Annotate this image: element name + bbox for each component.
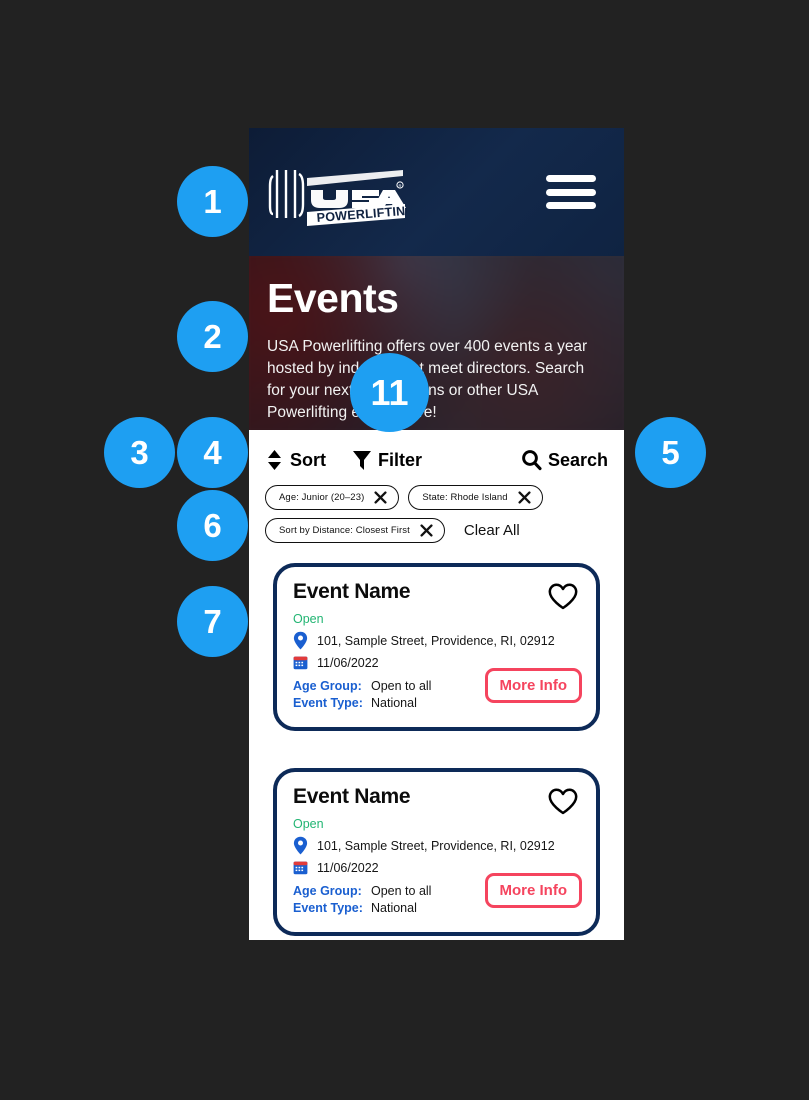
event-type-value: National <box>371 901 417 915</box>
close-icon[interactable] <box>374 491 387 504</box>
annotation-badge-6: 6 <box>177 490 248 561</box>
sort-button[interactable]: Sort <box>265 449 326 471</box>
hero-description: USA Powerlifting offers over 400 events … <box>267 338 588 421</box>
filter-chip-row-2: Sort by Distance: Closest First Clear Al… <box>265 518 608 543</box>
mobile-app-frame: R POWERLIFTING Events USA Powerlifting o… <box>249 128 624 940</box>
annotation-badge-4: 4 <box>177 417 248 488</box>
event-status-badge: Open <box>293 612 324 626</box>
funnel-icon <box>352 449 372 471</box>
usa-powerlifting-logo[interactable]: R POWERLIFTING <box>267 156 407 232</box>
search-button[interactable]: Search <box>521 449 608 471</box>
annotation-badge-2: 2 <box>177 301 248 372</box>
age-group-label: Age Group: <box>293 679 362 693</box>
event-name: Event Name <box>293 580 411 603</box>
event-type-value: National <box>371 696 417 710</box>
annotation-badge-7: 7 <box>177 586 248 657</box>
filter-chip-state[interactable]: State: Rhode Island <box>408 485 543 510</box>
filter-chip-state-label: State: Rhode Island <box>422 492 508 503</box>
hamburger-bar-2 <box>546 188 596 196</box>
filter-button-label: Filter <box>378 449 423 470</box>
calendar-icon <box>293 860 308 875</box>
svg-text:R: R <box>398 184 401 189</box>
map-pin-icon <box>293 836 308 855</box>
close-icon[interactable] <box>518 491 531 504</box>
filter-chip-sort-distance-label: Sort by Distance: Closest First <box>279 525 410 536</box>
map-pin-icon <box>293 631 308 650</box>
favorite-heart-icon[interactable] <box>548 580 580 610</box>
active-filters: Age: Junior (20–23) State: Rhode Island <box>249 476 624 543</box>
filter-chip-row-1: Age: Junior (20–23) State: Rhode Island <box>265 485 608 510</box>
more-info-button[interactable]: More Info <box>484 668 582 703</box>
annotation-badge-1: 1 <box>177 166 248 237</box>
close-icon[interactable] <box>420 524 433 537</box>
event-type-label: Event Type: <box>293 696 363 710</box>
page-title: Events <box>267 275 399 321</box>
hamburger-bar-3 <box>546 202 596 209</box>
sort-button-label: Sort <box>290 449 326 470</box>
events-toolbar: Sort Filter Search <box>249 430 624 476</box>
more-info-button[interactable]: More Info <box>484 873 582 908</box>
clear-all-button[interactable]: Clear All <box>464 522 520 539</box>
event-date: 11/06/2022 <box>317 860 379 875</box>
hamburger-bar-1 <box>546 175 596 182</box>
favorite-heart-icon[interactable] <box>548 785 580 815</box>
usapl-logo-icon: R POWERLIFTING <box>268 170 407 226</box>
age-group-value: Open to all <box>371 884 432 898</box>
filter-button[interactable]: Filter <box>352 449 422 471</box>
filter-chip-sort-distance[interactable]: Sort by Distance: Closest First <box>265 518 445 543</box>
event-date: 11/06/2022 <box>317 655 379 670</box>
sort-arrows-icon <box>265 449 284 471</box>
hamburger-menu-icon[interactable] <box>546 175 596 209</box>
annotation-badge-5: 5 <box>635 417 706 488</box>
event-status-badge: Open <box>293 817 324 831</box>
search-button-label: Search <box>547 449 608 470</box>
event-address: 101, Sample Street, Providence, RI, 0291… <box>317 633 555 648</box>
events-list: Event Name Open 101, Sample Street, Prov… <box>249 551 624 936</box>
event-location-row: 101, Sample Street, Providence, RI, 0291… <box>293 631 580 650</box>
event-address: 101, Sample Street, Providence, RI, 0291… <box>317 838 555 853</box>
calendar-icon <box>293 655 308 670</box>
event-type-label: Event Type: <box>293 901 363 915</box>
filter-chip-age[interactable]: Age: Junior (20–23) <box>265 485 400 510</box>
event-card[interactable]: Event Name Open 101, Sample Street, Prov… <box>273 563 600 731</box>
annotation-badge-11: 11 <box>350 353 429 432</box>
event-location-row: 101, Sample Street, Providence, RI, 0291… <box>293 836 580 855</box>
age-group-label: Age Group: <box>293 884 362 898</box>
filter-chip-age-label: Age: Junior (20–23) <box>279 492 365 503</box>
event-name: Event Name <box>293 785 411 808</box>
age-group-value: Open to all <box>371 679 432 693</box>
event-card[interactable]: Event Name Open 101, Sample Street, Prov… <box>273 768 600 936</box>
hero-section: Events USA Powerlifting offers over 400 … <box>249 256 624 430</box>
site-header: R POWERLIFTING <box>249 128 624 256</box>
annotation-badge-3: 3 <box>104 417 175 488</box>
search-icon <box>521 449 542 471</box>
